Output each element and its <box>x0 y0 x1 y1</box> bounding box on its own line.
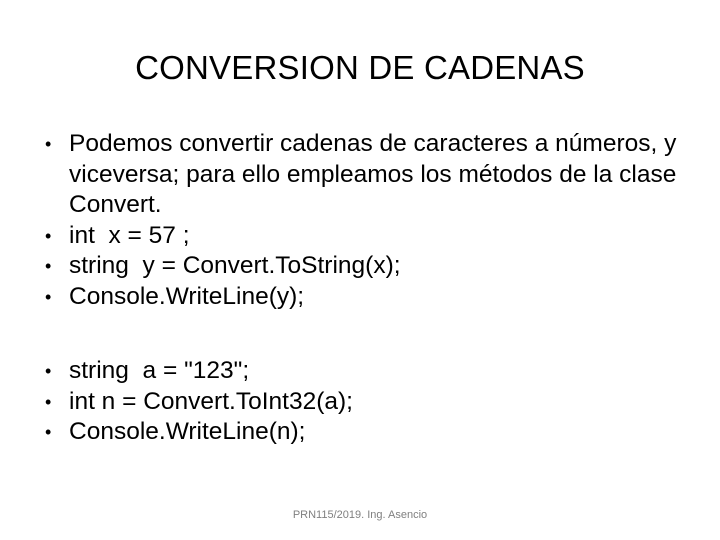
presentation-slide: CONVERSION DE CADENAS Podemos convertir … <box>0 0 720 540</box>
list-item: Podemos convertir cadenas de caracteres … <box>40 129 680 221</box>
bullet-group-spacer <box>40 312 680 356</box>
list-item: string y = Convert.ToString(x); <box>40 251 680 282</box>
slide-footer: PRN115/2019. Ing. Asencio <box>292 509 428 521</box>
list-item: Console.WriteLine(y); <box>40 282 680 313</box>
page-title: CONVERSION DE CADENAS <box>135 49 585 86</box>
list-item: string a = "123"; <box>40 356 680 387</box>
list-item: int n = Convert.ToInt32(a); <box>40 387 680 418</box>
list-item: Console.WriteLine(n); <box>40 417 680 448</box>
list-item: int x = 57 ; <box>40 221 680 252</box>
bullet-list-group-two: string a = "123"; int n = Convert.ToInt3… <box>40 356 680 448</box>
slide-body: Podemos convertir cadenas de caracteres … <box>40 129 680 448</box>
bullet-list-group-one: Podemos convertir cadenas de caracteres … <box>40 129 680 312</box>
